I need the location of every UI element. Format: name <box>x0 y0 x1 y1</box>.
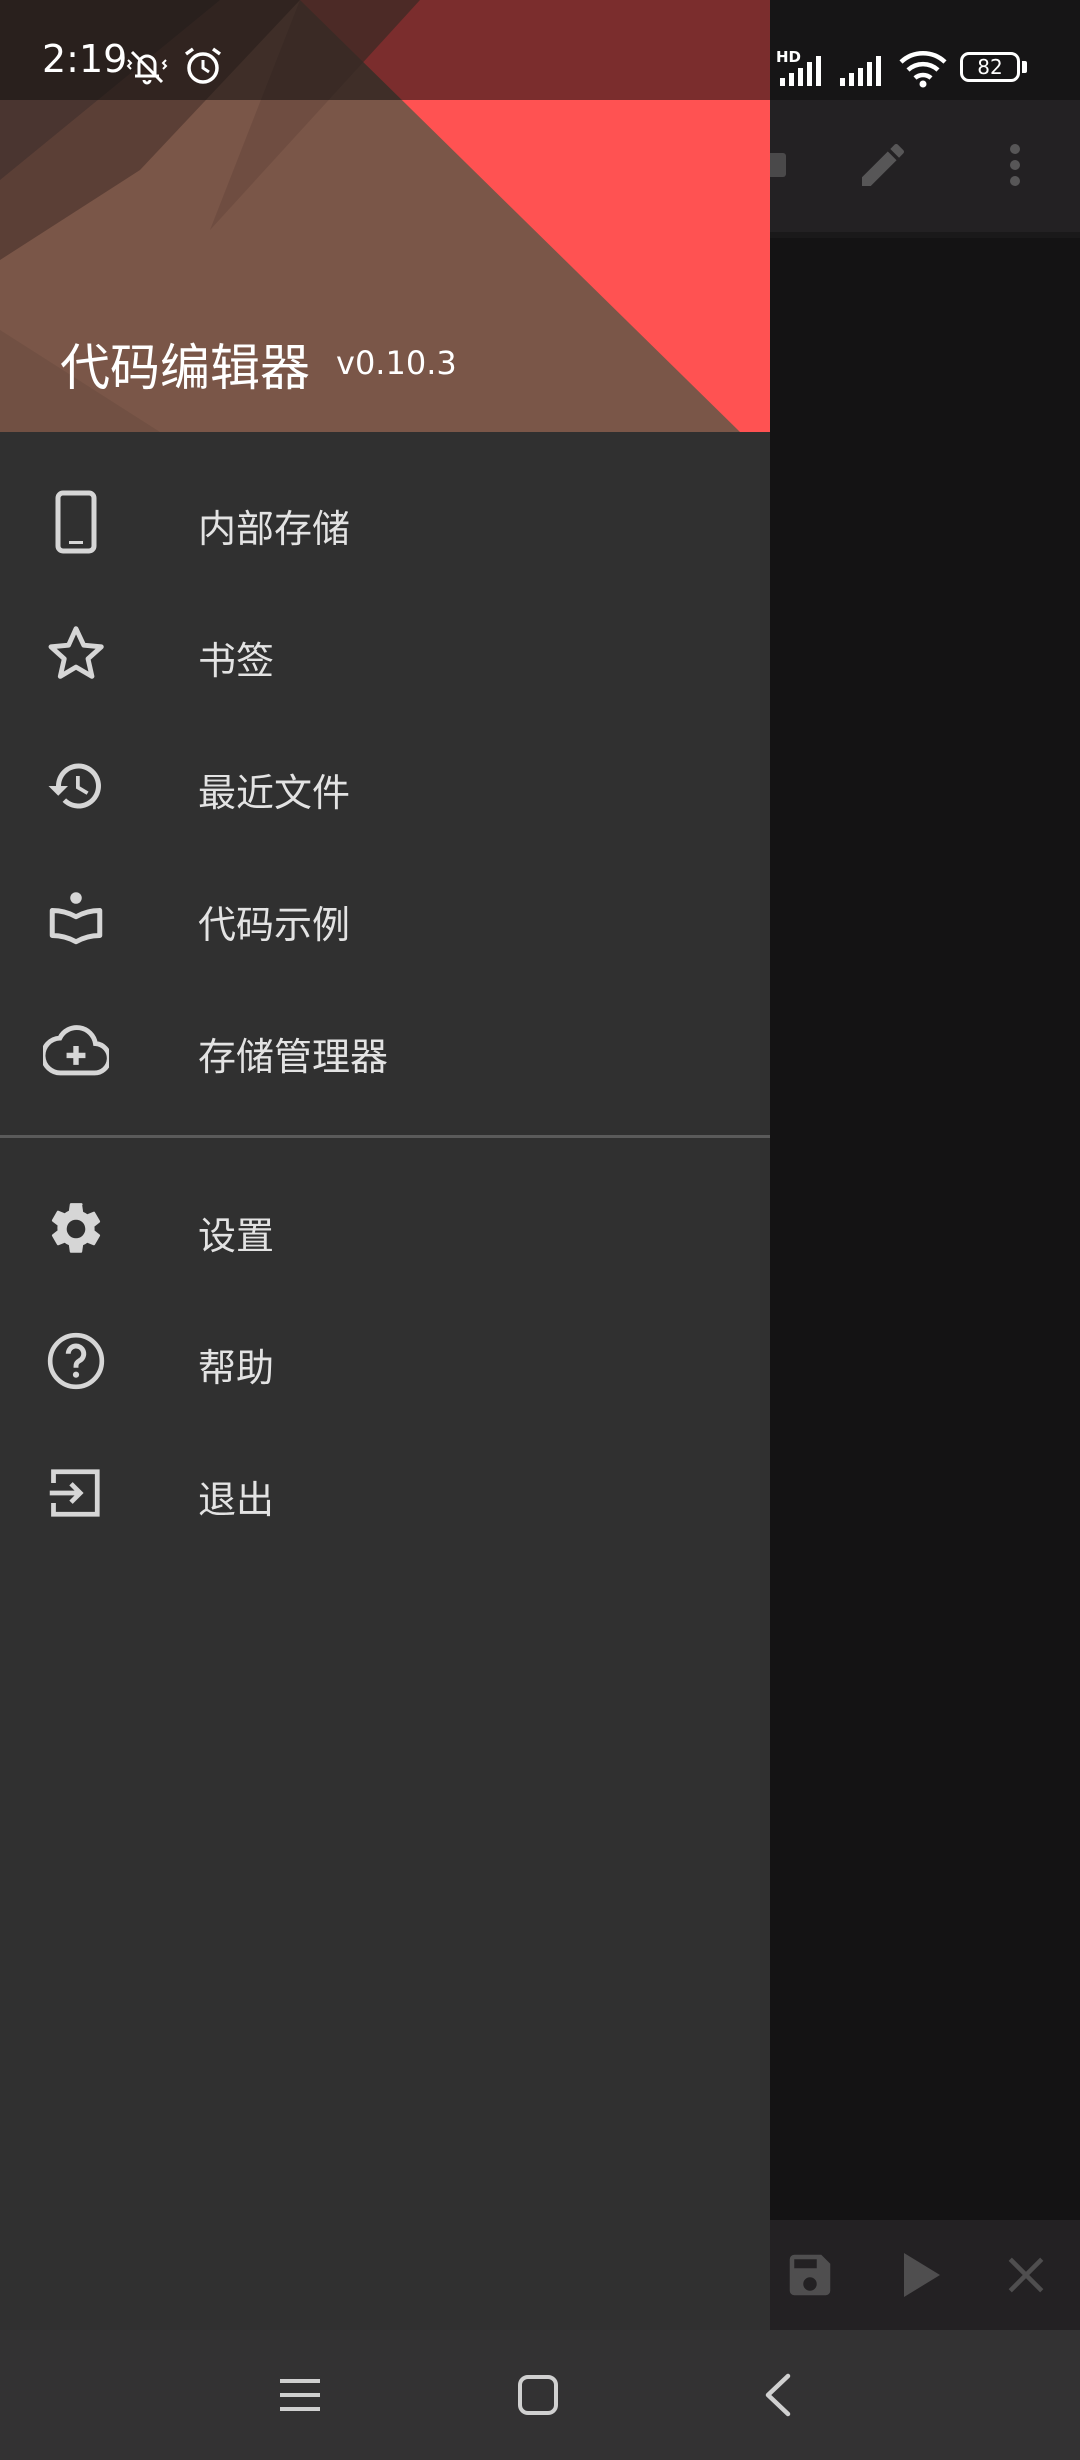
battery-tip <box>1022 61 1027 73</box>
menu-item-label: 帮助 <box>198 1346 275 1390</box>
menu-item-internal-storage[interactable]: 内部存储 <box>0 456 770 588</box>
status-bar: 2:19 HD 82 <box>0 0 1080 100</box>
menu-item-label: 设置 <box>198 1214 275 1258</box>
alarm-icon <box>182 46 224 90</box>
menu-item-recent-files[interactable]: 最近文件 <box>0 720 770 852</box>
more-icon[interactable] <box>990 130 1040 200</box>
signal-icon-1 <box>778 54 828 90</box>
menu-item-bookmarks[interactable]: 书签 <box>0 588 770 720</box>
phone-icon <box>36 486 116 558</box>
gear-icon <box>36 1193 116 1265</box>
play-icon[interactable] <box>890 2243 950 2307</box>
home-icon <box>518 2375 558 2415</box>
navigation-drawer: 代码编辑器 v0.10.3 内部存储 书签 最近文件 代码示例 存储管理器 设置… <box>0 0 770 2330</box>
battery-icon: 82 <box>960 52 1020 82</box>
menu-item-exit[interactable]: 退出 <box>0 1427 770 1559</box>
close-icon[interactable] <box>1000 2243 1052 2307</box>
book-icon <box>36 882 116 954</box>
menu-item-help[interactable]: 帮助 <box>0 1295 770 1427</box>
app-title: 代码编辑器 <box>60 339 310 397</box>
menu-item-label: 最近文件 <box>198 771 351 815</box>
menu-item-code-examples[interactable]: 代码示例 <box>0 852 770 984</box>
menu-item-label: 代码示例 <box>198 903 351 947</box>
menu-item-settings[interactable]: 设置 <box>0 1163 770 1295</box>
menu-item-label: 存储管理器 <box>198 1035 389 1079</box>
exit-icon <box>36 1457 116 1529</box>
system-navigation-bar <box>0 2330 1080 2460</box>
edit-icon[interactable] <box>848 130 918 200</box>
menu-item-storage-manager[interactable]: 存储管理器 <box>0 984 770 1116</box>
wifi-icon <box>898 50 948 92</box>
menu-item-label: 退出 <box>198 1478 275 1522</box>
signal-icon-2 <box>838 54 888 90</box>
nav-menu-button[interactable] <box>260 2355 340 2435</box>
battery-level: 82 <box>977 55 1003 79</box>
help-icon <box>36 1325 116 1397</box>
menu-icon <box>280 2379 320 2411</box>
back-icon <box>765 2373 791 2417</box>
nav-home-button[interactable] <box>498 2355 578 2435</box>
menu-item-label: 内部存储 <box>198 507 351 551</box>
nav-back-button[interactable] <box>738 2355 818 2435</box>
menu-item-label: 书签 <box>198 639 275 683</box>
drawer-divider <box>0 1135 770 1138</box>
app-version: v0.10.3 <box>336 344 457 382</box>
history-icon <box>36 750 116 822</box>
status-time: 2:19 <box>42 37 128 81</box>
star-icon <box>36 618 116 690</box>
muted-bell-icon <box>124 46 170 90</box>
save-icon[interactable] <box>780 2243 840 2307</box>
cloud-add-icon <box>36 1014 116 1086</box>
